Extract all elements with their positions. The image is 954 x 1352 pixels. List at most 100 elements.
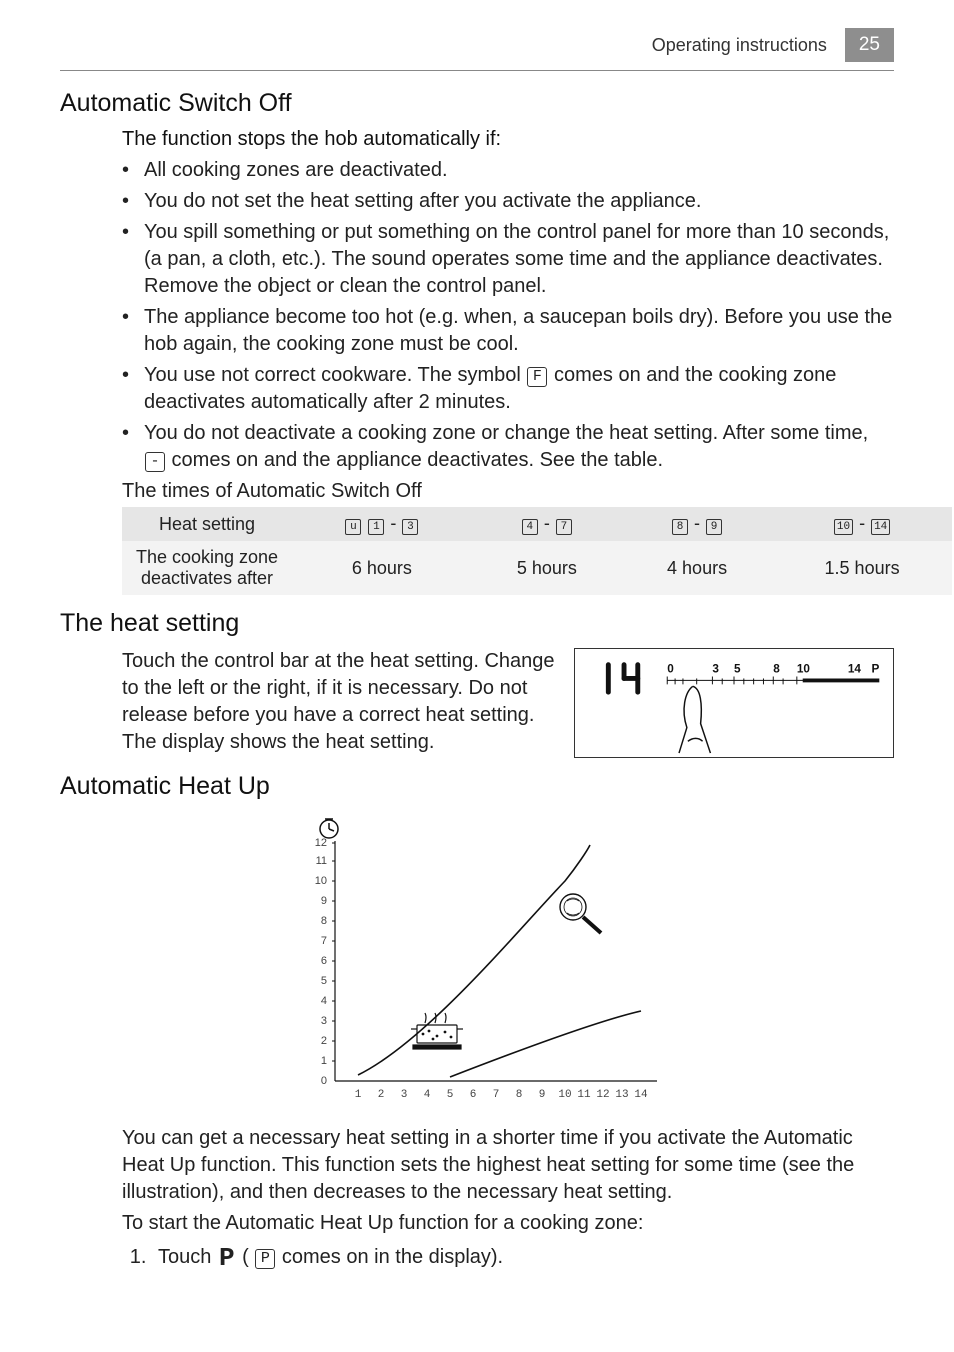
heat-setting-diagram: 0 3 5 8 10 14 P — [574, 648, 894, 758]
table-cell: 1.5 hours — [772, 541, 952, 595]
svg-text:6: 6 — [470, 1089, 477, 1101]
section-auto-heat-up-title: Automatic Heat Up — [60, 772, 894, 801]
text-fragment: Touch — [158, 1246, 217, 1268]
svg-text:11: 11 — [577, 1089, 591, 1101]
auto-switch-off-list: All cooking zones are deactivated. You d… — [122, 157, 894, 474]
svg-text:4: 4 — [424, 1089, 431, 1101]
heat-curve-2 — [450, 1011, 641, 1077]
table-cell: The cooking zone deactivates after — [122, 541, 292, 595]
magnifier-icon — [560, 894, 601, 933]
seg-icon: 8 — [672, 519, 688, 535]
range-dash: - — [859, 513, 865, 533]
table-row-header: Heat setting u 1 - 3 4 - 7 8 - 9 10 - 14 — [122, 507, 952, 541]
auto-switch-off-intro: The function stops the hob automatically… — [122, 128, 894, 151]
list-item: You use not correct cookware. The symbol… — [122, 362, 894, 416]
svg-text:7: 7 — [493, 1089, 500, 1101]
svg-text:2: 2 — [378, 1089, 385, 1101]
display-symbol-P-small: P — [255, 1249, 275, 1269]
svg-text:1: 1 — [355, 1089, 362, 1101]
list-item: You do not set the heat setting after yo… — [122, 188, 894, 215]
range-dash: - — [694, 513, 700, 533]
page-content: Automatic Switch Off The function stops … — [0, 89, 954, 1276]
seg-icon: 1 — [368, 519, 384, 535]
display-symbol-F: F — [527, 367, 547, 387]
seg-icon: 3 — [402, 519, 418, 535]
range-dash: - — [544, 513, 550, 533]
heat-setting-text: Touch the control bar at the heat settin… — [122, 648, 556, 758]
svg-text:3: 3 — [401, 1089, 408, 1101]
table-cell: 5 hours — [472, 541, 622, 595]
seg-icon: u — [345, 519, 361, 535]
text-fragment: ( — [237, 1246, 255, 1268]
scale-label: 5 — [734, 663, 741, 676]
table-cell: 6 hours — [292, 541, 472, 595]
scale-label: 14 — [848, 663, 862, 676]
text-fragment: comes on and the appliance deactivates. … — [166, 449, 663, 471]
svg-text:10: 10 — [558, 1089, 571, 1101]
seg-icon: 7 — [556, 519, 572, 535]
seg-icon: 4 — [522, 519, 538, 535]
table-cell: 4 hours — [622, 541, 772, 595]
text-fragment: You use not correct cookware. The symbol — [144, 364, 526, 386]
svg-text:0: 0 — [321, 1075, 327, 1087]
svg-text:11: 11 — [316, 855, 327, 867]
page-header: Operating instructions 25 — [60, 0, 894, 71]
svg-text:8: 8 — [516, 1089, 523, 1101]
auto-heat-graph-wrap: 0 1 2 3 4 5 6 7 8 9 10 11 12 — [60, 811, 894, 1111]
svg-text:2: 2 — [321, 1035, 327, 1047]
clock-icon — [320, 819, 338, 838]
svg-text:13: 13 — [615, 1089, 628, 1101]
scale-label: P — [871, 663, 879, 676]
auto-heat-up-para2: To start the Automatic Heat Up function … — [122, 1210, 894, 1237]
switch-off-table: Heat setting u 1 - 3 4 - 7 8 - 9 10 - 14 — [122, 507, 952, 595]
section-heat-setting-title: The heat setting — [60, 609, 894, 638]
text-fragment: You do not deactivate a cooking zone or … — [144, 422, 868, 444]
scale-label: 0 — [667, 663, 674, 676]
pot-icon — [411, 1013, 463, 1049]
svg-text:9: 9 — [539, 1089, 546, 1101]
svg-text:4: 4 — [321, 995, 327, 1007]
seg-icon: 14 — [871, 519, 890, 535]
seg-icon: 9 — [706, 519, 722, 535]
list-item: All cooking zones are deactivated. — [122, 157, 894, 184]
svg-text:10: 10 — [315, 875, 327, 887]
seg-icon: 10 — [834, 519, 853, 535]
page-number: 25 — [845, 28, 894, 62]
auto-heat-up-steps: Touch P ( P comes on in the display). — [152, 1241, 894, 1276]
svg-text:5: 5 — [447, 1089, 454, 1101]
text-fragment: comes on in the display). — [276, 1246, 503, 1268]
table-header-cell: u 1 - 3 — [292, 507, 472, 541]
svg-text:14: 14 — [634, 1089, 648, 1101]
display-symbol-P: P — [219, 1241, 235, 1276]
svg-text:9: 9 — [321, 895, 327, 907]
finger-icon — [679, 686, 710, 753]
svg-text:7: 7 — [321, 935, 327, 947]
table-header-cell: 10 - 14 — [772, 507, 952, 541]
svg-text:6: 6 — [321, 955, 327, 967]
table-header-cell: Heat setting — [122, 507, 292, 541]
list-item: The appliance become too hot (e.g. when,… — [122, 304, 894, 358]
range-dash: - — [390, 513, 396, 533]
scale-label: 3 — [712, 663, 719, 676]
svg-text:3: 3 — [321, 1015, 327, 1027]
svg-text:8: 8 — [321, 915, 327, 927]
list-item: Touch P ( P comes on in the display). — [152, 1241, 894, 1276]
auto-heat-up-para1: You can get a necessary heat setting in … — [122, 1125, 894, 1206]
header-section-title: Operating instructions — [652, 35, 827, 56]
svg-text:12: 12 — [596, 1089, 609, 1101]
table-row: The cooking zone deactivates after 6 hou… — [122, 541, 952, 595]
heat-setting-row: Touch the control bar at the heat settin… — [122, 648, 894, 758]
section-auto-switch-off-title: Automatic Switch Off — [60, 89, 894, 118]
switch-off-table-caption: The times of Automatic Switch Off — [122, 480, 894, 503]
display-symbol-dash: - — [145, 452, 165, 472]
table-header-cell: 8 - 9 — [622, 507, 772, 541]
display-14-icon — [608, 665, 637, 692]
auto-heat-graph: 0 1 2 3 4 5 6 7 8 9 10 11 12 — [277, 811, 677, 1111]
scale-label: 10 — [797, 663, 811, 676]
svg-text:1: 1 — [321, 1055, 327, 1067]
heat-curve-1 — [358, 845, 590, 1075]
table-header-cell: 4 - 7 — [472, 507, 622, 541]
list-item: You spill something or put something on … — [122, 219, 894, 300]
svg-text:12: 12 — [315, 837, 327, 849]
svg-text:5: 5 — [321, 975, 327, 987]
